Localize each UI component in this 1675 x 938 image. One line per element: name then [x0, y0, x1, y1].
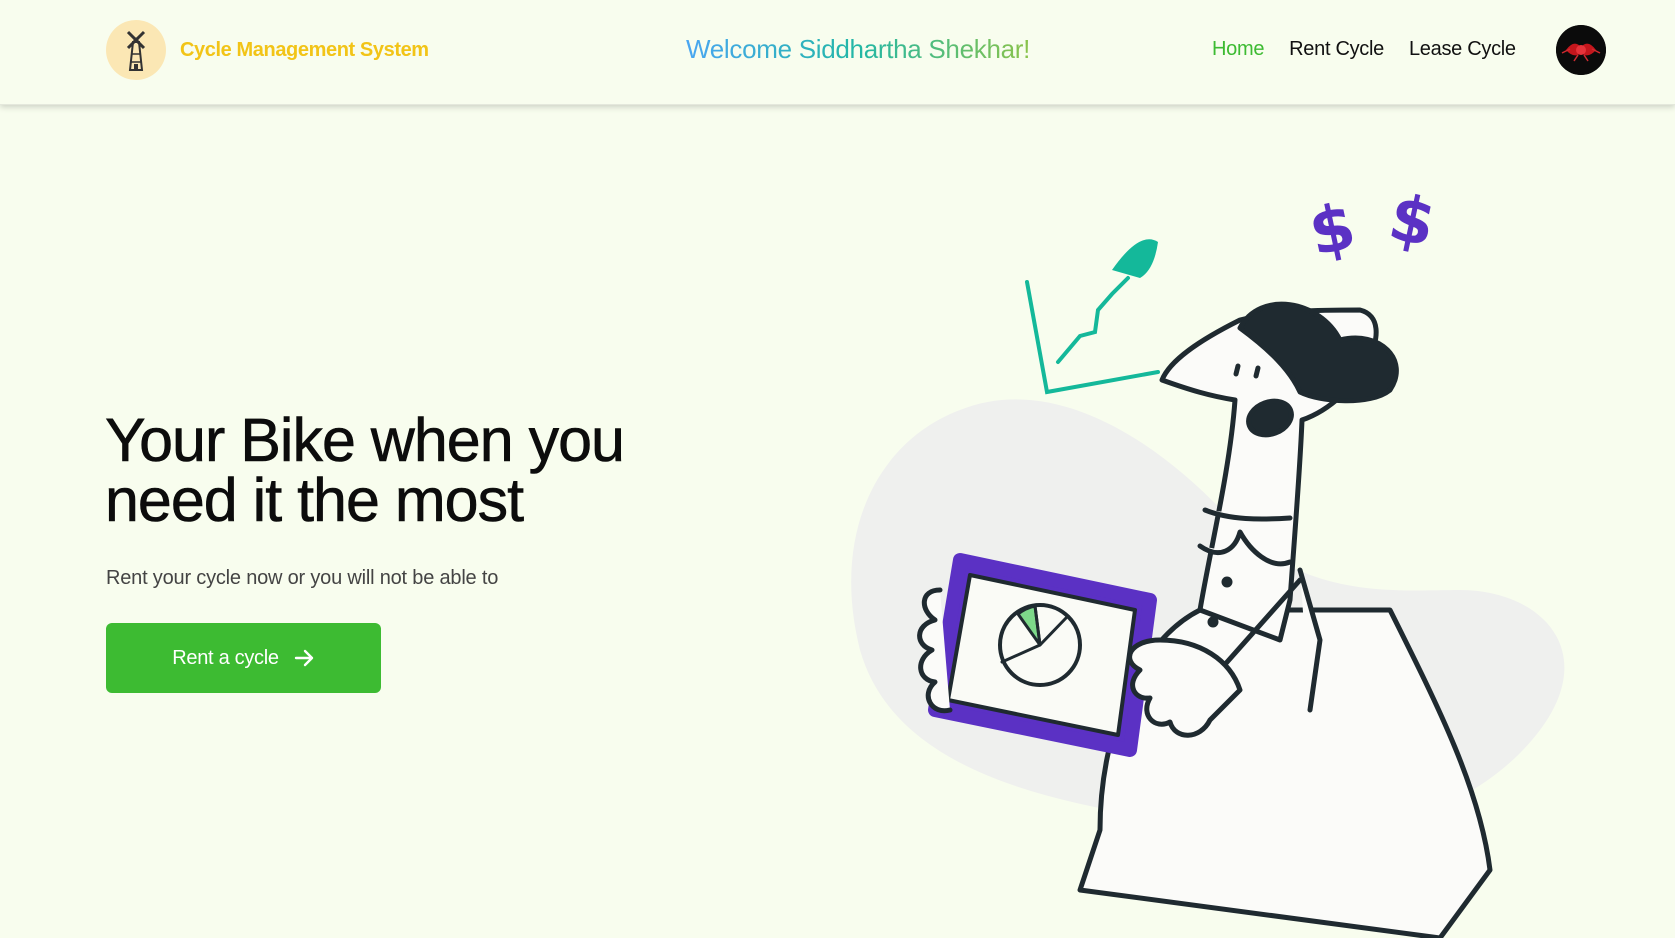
- rent-a-cycle-label: Rent a cycle: [172, 646, 279, 669]
- arrow-right-icon: [294, 649, 313, 667]
- nav-rent-cycle[interactable]: Rent Cycle: [1289, 38, 1384, 61]
- nav-links: Home Rent Cycle Lease Cycle: [1212, 38, 1541, 61]
- hero-illustration: $ $: [851, 181, 1565, 938]
- nav-home[interactable]: Home: [1212, 38, 1264, 61]
- windmill-icon: [106, 20, 166, 80]
- welcome-message: Welcome Siddhartha Shekhar!: [686, 34, 1031, 64]
- navbar: Cycle Management System Welcome Siddhart…: [0, 0, 1675, 105]
- dollar-signs-icon: $ $: [1303, 181, 1442, 272]
- hero-title: Your Bike when you need it the most: [105, 406, 626, 534]
- growth-chart-icon: [1025, 239, 1160, 395]
- svg-text:$: $: [1383, 181, 1442, 263]
- hero-subtitle: Rent your cycle now or you will not be a…: [106, 567, 499, 589]
- brand-link[interactable]: Cycle Management System: [106, 20, 429, 80]
- rent-a-cycle-button[interactable]: Rent a cycle: [106, 623, 381, 693]
- svg-text:$: $: [1303, 190, 1362, 272]
- user-avatar[interactable]: [1556, 25, 1606, 75]
- tablet-icon: [928, 553, 1157, 757]
- nav-lease-cycle[interactable]: Lease Cycle: [1409, 38, 1516, 61]
- brand-name: Cycle Management System: [180, 38, 429, 61]
